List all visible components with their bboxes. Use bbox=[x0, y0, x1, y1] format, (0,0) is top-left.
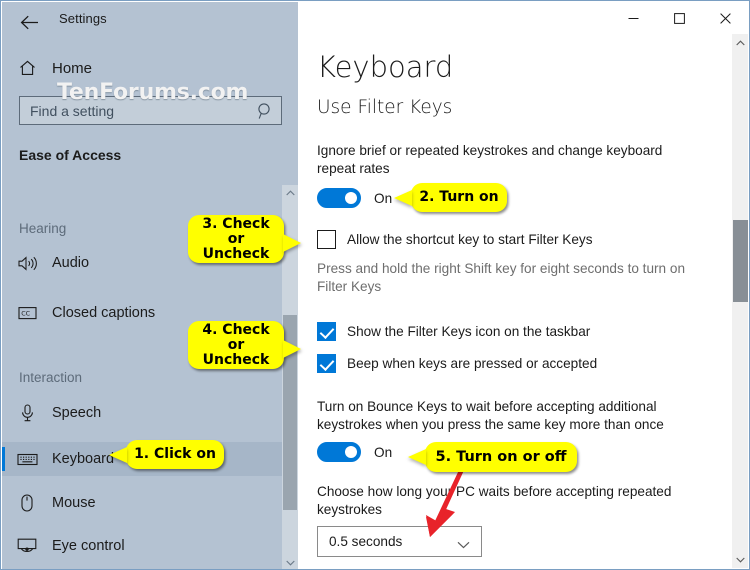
show-icon-checkbox-row[interactable]: Show the Filter Keys icon on the taskbar bbox=[317, 322, 590, 341]
bounce-keys-toggle-row: On bbox=[317, 442, 392, 462]
sidebar-section-title: Ease of Access bbox=[19, 147, 122, 163]
filter-keys-toggle[interactable] bbox=[317, 188, 361, 208]
speaker-icon bbox=[14, 255, 40, 271]
callout-tail bbox=[283, 340, 301, 358]
main-panel: Keyboard Use Filter Keys Ignore brief or… bbox=[298, 2, 748, 568]
app-title: Settings bbox=[59, 11, 107, 26]
main-scrollbar-thumb[interactable] bbox=[733, 220, 748, 302]
sidebar-item-label: Mouse bbox=[52, 495, 96, 511]
callout-2-text: 2. Turn on bbox=[419, 189, 499, 205]
beep-checkbox[interactable] bbox=[317, 354, 336, 373]
search-input[interactable]: Find a setting bbox=[19, 96, 282, 125]
callout-4: 4. Check or Uncheck bbox=[188, 321, 301, 369]
scroll-up-icon[interactable] bbox=[732, 34, 748, 51]
back-arrow-icon bbox=[20, 15, 39, 30]
title-bar: Settings bbox=[2, 2, 298, 42]
sidebar-item-label: Speech bbox=[52, 405, 102, 421]
callout-3: 3. Check or Uncheck bbox=[188, 215, 301, 263]
show-icon-checkbox[interactable] bbox=[317, 322, 336, 341]
scroll-down-icon[interactable] bbox=[282, 555, 298, 569]
chevron-down-icon bbox=[457, 536, 470, 554]
callout-3-text: 3. Check or Uncheck bbox=[202, 215, 270, 262]
sidebar-item-mouse[interactable]: Mouse bbox=[2, 486, 282, 520]
beep-checkbox-row[interactable]: Beep when keys are pressed or accepted bbox=[317, 354, 597, 373]
microphone-icon bbox=[14, 404, 40, 422]
callout-tail bbox=[109, 447, 127, 463]
shortcut-hint: Press and hold the right Shift key for e… bbox=[317, 261, 686, 294]
keyboard-icon bbox=[14, 453, 40, 466]
bounce-keys-toggle[interactable] bbox=[317, 442, 361, 462]
settings-content: Ignore brief or repeated keystrokes and … bbox=[298, 2, 748, 568]
closed-captions-icon: CC bbox=[14, 306, 40, 320]
wait-time-description: Choose how long your PC waits before acc… bbox=[317, 484, 672, 517]
callout-4-text: 4. Check or Uncheck bbox=[202, 321, 270, 368]
wait-time-dropdown[interactable]: 0.5 seconds bbox=[317, 526, 482, 557]
sidebar-group-interaction: Interaction bbox=[19, 370, 83, 385]
scroll-up-icon[interactable] bbox=[282, 185, 298, 201]
shortcut-checkbox[interactable] bbox=[317, 230, 336, 249]
callout-1-text: 1. Click on bbox=[134, 446, 216, 462]
sidebar-item-eye-control[interactable]: Eye control bbox=[2, 529, 282, 563]
callout-1: 1. Click on bbox=[109, 440, 224, 469]
sidebar-item-label: Eye control bbox=[52, 538, 125, 554]
main-scrollbar[interactable] bbox=[732, 34, 748, 568]
sidebar-item-label: Closed captions bbox=[52, 305, 156, 321]
callout-5: 5. Turn on or off bbox=[408, 442, 577, 472]
filter-keys-description: Ignore brief or repeated keystrokes and … bbox=[317, 143, 663, 176]
bounce-keys-toggle-state: On bbox=[374, 444, 393, 460]
filter-keys-toggle-row: On bbox=[317, 188, 392, 208]
shortcut-checkbox-label: Allow the shortcut key to start Filter K… bbox=[347, 232, 593, 247]
sidebar-item-home[interactable]: Home bbox=[2, 53, 298, 83]
bounce-keys-description: Turn on Bounce Keys to wait before accep… bbox=[317, 399, 664, 432]
wait-time-value: 0.5 seconds bbox=[329, 534, 403, 549]
eye-control-icon bbox=[14, 538, 40, 554]
callout-2: 2. Turn on bbox=[394, 183, 507, 212]
search-icon bbox=[257, 102, 273, 125]
sidebar-item-speech[interactable]: Speech bbox=[2, 396, 282, 430]
search-placeholder: Find a setting bbox=[30, 102, 115, 119]
settings-window: Settings Home Find a setting TenForums.c… bbox=[0, 0, 750, 570]
sidebar-group-hearing: Hearing bbox=[19, 221, 67, 236]
beep-checkbox-label: Beep when keys are pressed or accepted bbox=[347, 356, 598, 371]
show-icon-checkbox-label: Show the Filter Keys icon on the taskbar bbox=[347, 324, 591, 339]
callout-tail bbox=[283, 234, 301, 252]
callout-tail bbox=[394, 190, 412, 206]
filter-keys-toggle-state: On bbox=[374, 190, 393, 206]
shortcut-checkbox-row[interactable]: Allow the shortcut key to start Filter K… bbox=[317, 230, 593, 249]
svg-text:CC: CC bbox=[21, 310, 30, 318]
scroll-down-icon[interactable] bbox=[732, 551, 748, 568]
sidebar: Settings Home Find a setting TenForums.c… bbox=[2, 2, 298, 569]
callout-tail bbox=[408, 449, 426, 465]
mouse-icon bbox=[14, 494, 40, 512]
toggle-knob bbox=[345, 192, 357, 204]
back-button[interactable] bbox=[14, 8, 44, 36]
callout-5-text: 5. Turn on or off bbox=[435, 448, 567, 465]
sidebar-item-label: Audio bbox=[52, 255, 90, 271]
home-icon bbox=[16, 60, 38, 76]
toggle-knob bbox=[345, 446, 357, 458]
sidebar-item-label: Keyboard bbox=[52, 451, 115, 467]
sidebar-home-label: Home bbox=[52, 59, 93, 77]
